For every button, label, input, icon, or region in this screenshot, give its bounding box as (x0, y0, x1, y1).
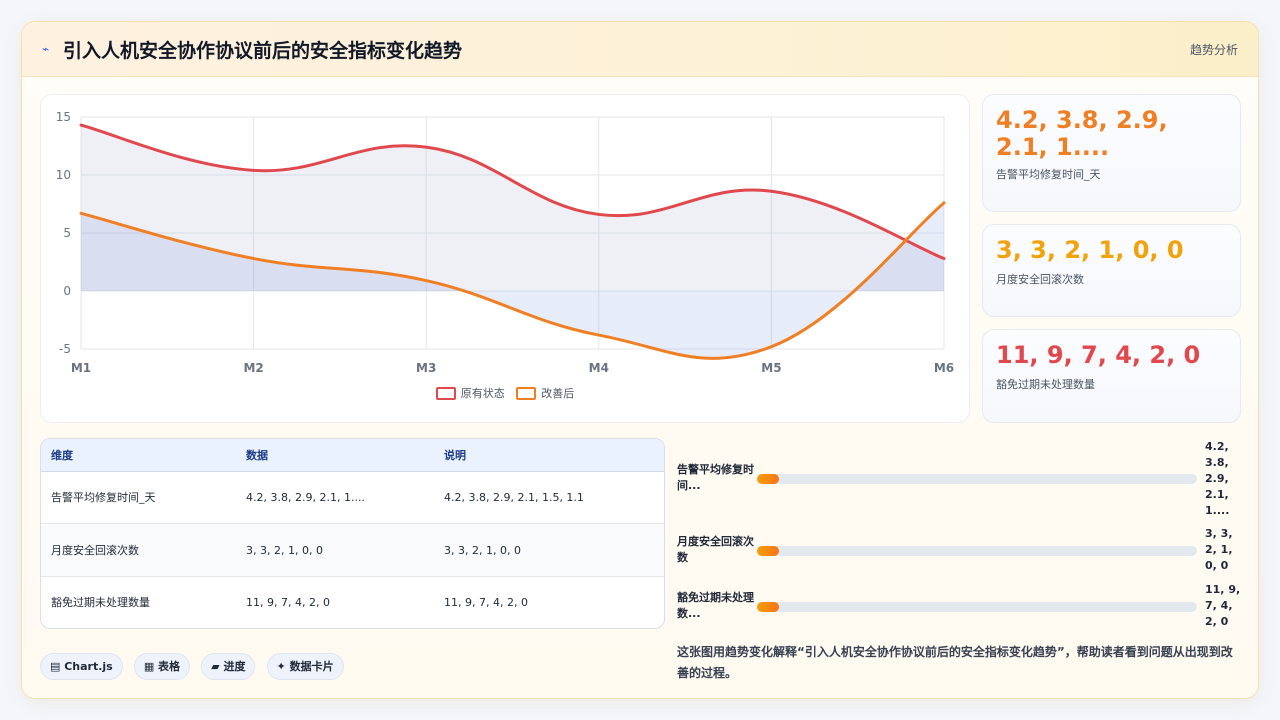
table-cell: 告警平均修复时间_天 (51, 491, 156, 504)
table-cell: 月度安全回滚次数 (51, 544, 139, 557)
y-tick-label: 10 (56, 168, 71, 182)
tech-chips: ▤ Chart.js ▦ 表格 ▰ 进度 ✦ 数据卡片 (40, 653, 350, 680)
data-table: 维度 数据 说明 告警平均修复时间_天 4.2, 3.8, 2.9, 2.1, … (40, 438, 665, 629)
chip-progress[interactable]: ▰ 进度 (201, 653, 256, 680)
table-header-row: 维度 数据 说明 (41, 439, 664, 472)
legend-label: 原有状态 (460, 387, 505, 400)
table-row: 告警平均修复时间_天 4.2, 3.8, 2.9, 2.1, 1.... 4.2… (41, 472, 664, 524)
y-tick-label: -5 (59, 342, 71, 356)
dashboard-panel: ⌁ 引入人机安全协作协议前后的安全指标变化趋势 趋势分析 15 10 5 0 -5 M1 M… (21, 21, 1259, 699)
chip-table[interactable]: ▦ 表格 (133, 653, 191, 680)
legend-swatch-icon (435, 386, 456, 400)
legend-swatch-icon (516, 386, 537, 400)
table-cell: 11, 9, 7, 4, 2, 0 (444, 596, 528, 609)
header-tag[interactable]: 趋势分析 (1190, 41, 1238, 58)
stat-card-exemption: 11, 9, 7, 4, 2, 0 豁免过期未处理数量 (982, 329, 1241, 423)
line-chart-card: 15 10 5 0 -5 M1 M2 M3 M4 M5 M6 原有状态 改善后 (40, 94, 970, 423)
x-tick-label: M6 (934, 361, 954, 375)
table-header-cell: 数据 (246, 449, 268, 462)
progress-track (757, 602, 1197, 612)
progress-track (757, 546, 1197, 556)
progress-label: 豁免过期未处理数... (677, 591, 754, 620)
header-bar: ⌁ 引入人机安全协作协议前后的安全指标变化趋势 趋势分析 (22, 22, 1258, 77)
x-tick-label: M4 (589, 361, 609, 375)
page-title: 引入人机安全协作协议前后的安全指标变化趋势 (63, 40, 463, 62)
x-tick-label: M2 (243, 361, 263, 375)
progress-label: 月度安全回滚次数 (677, 535, 754, 564)
progress-value: 4.2, 3.8, 2.9, 2.1, 1.... (1205, 440, 1230, 517)
progress-fill (757, 602, 779, 612)
table-cell: 4.2, 3.8, 2.9, 2.1, 1.... (246, 491, 365, 504)
x-tick-label: M3 (416, 361, 436, 375)
stat-value: 11, 9, 7, 4, 2, 0 (996, 341, 1201, 369)
line-chart: 15 10 5 0 -5M1 M2 M3 M4 M5 M6 (56, 110, 954, 375)
chart-description: 这张图用趋势变化解释“引入人机安全协作协议前后的安全指标变化趋势”，帮助读者看到… (677, 645, 1233, 680)
chart-icon: ⌁ (42, 42, 50, 56)
x-tick-label: M1 (71, 361, 91, 375)
table-cell: 11, 9, 7, 4, 2, 0 (246, 596, 330, 609)
progress-value: 3, 3, 2, 1, 0, 0 (1205, 527, 1233, 572)
table-header-cell: 说明 (444, 449, 466, 462)
progress-track (757, 474, 1197, 484)
table-cell: 3, 3, 2, 1, 0, 0 (444, 544, 521, 557)
progress-label: 告警平均修复时间... (677, 463, 754, 492)
table-row: 月度安全回滚次数 3, 3, 2, 1, 0, 0 3, 3, 2, 1, 0,… (41, 525, 664, 577)
chip-data-cards[interactable]: ✦ 数据卡片 (266, 653, 344, 680)
table-cell: 4.2, 3.8, 2.9, 2.1, 1.5, 1.1 (444, 491, 584, 504)
stat-card-rollback: 3, 3, 2, 1, 0, 0 月度安全回滚次数 (982, 224, 1241, 317)
chip-chartjs[interactable]: ▤ Chart.js (40, 653, 123, 680)
table-header-cell: 维度 (51, 449, 73, 462)
table-row: 豁免过期未处理数量 11, 9, 7, 4, 2, 0 11, 9, 7, 4,… (41, 577, 664, 628)
table-cell: 豁免过期未处理数量 (51, 596, 150, 609)
stat-value: 4.2, 3.8, 2.9, 2.1, 1.... (996, 106, 1168, 161)
legend-item-improved[interactable]: 改善后 (516, 385, 574, 401)
table-cell: 3, 3, 2, 1, 0, 0 (246, 544, 323, 557)
legend-label: 改善后 (541, 387, 575, 400)
y-tick-label: 5 (63, 226, 71, 240)
chart-legend: 原有状态 改善后 (41, 385, 969, 403)
y-tick-label: 15 (56, 110, 71, 124)
y-tick-label: 0 (63, 284, 71, 298)
progress-fill (757, 546, 779, 556)
progress-value: 11, 9, 7, 4, 2, 0 (1205, 583, 1241, 628)
stat-card-repair-time: 4.2, 3.8, 2.9, 2.1, 1.... 告警平均修复时间_天 (982, 94, 1241, 212)
x-tick-label: M5 (761, 361, 781, 375)
stat-label: 豁免过期未处理数量 (996, 378, 1095, 391)
stat-value: 3, 3, 2, 1, 0, 0 (996, 236, 1184, 264)
stat-label: 月度安全回滚次数 (996, 273, 1084, 286)
stat-label: 告警平均修复时间_天 (996, 168, 1101, 181)
legend-item-original[interactable]: 原有状态 (435, 385, 505, 401)
progress-fill (757, 474, 779, 484)
